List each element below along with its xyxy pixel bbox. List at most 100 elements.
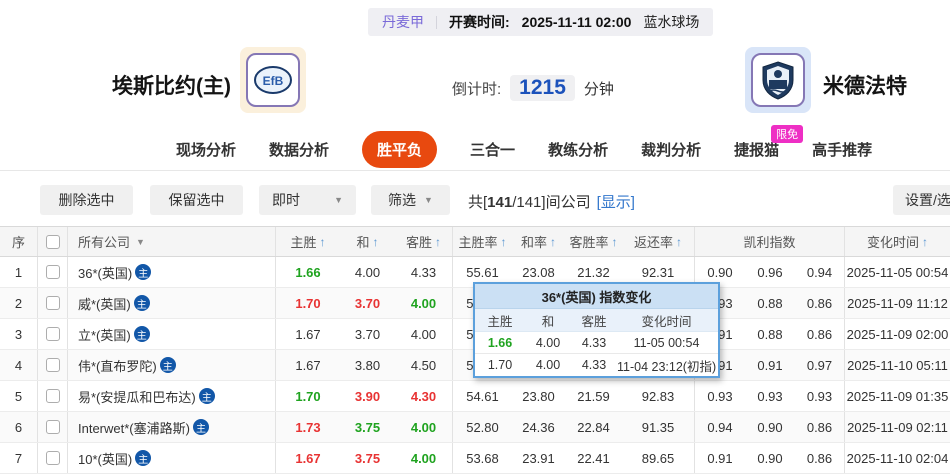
col-home-rate[interactable]: 主胜率 ↑ [453, 227, 512, 256]
rate-return: 91.35 [622, 412, 695, 442]
col-draw-rate[interactable]: 和率 ↑ [512, 227, 565, 256]
company-cell[interactable]: 威*(英国) 主 [68, 288, 276, 318]
rate-away: 22.41 [577, 450, 610, 466]
rate-draw: 24.36 [522, 419, 555, 435]
keep-selected-button[interactable]: 保留选中 [150, 185, 243, 215]
tab-现场分析[interactable]: 现场分析 [176, 139, 236, 160]
odds-draw[interactable]: 3.90 [340, 381, 395, 411]
tab-教练分析[interactable]: 教练分析 [548, 139, 608, 160]
odds-draw[interactable]: 3.75 [340, 412, 395, 442]
kelly-3: 0.86 [795, 443, 845, 473]
odds-away[interactable]: 4.00 [395, 319, 453, 349]
league-name[interactable]: 丹麦甲 [382, 12, 424, 32]
col-away-odds[interactable]: 客胜 ↑ [395, 227, 453, 256]
svg-text:EfB: EfB [263, 74, 284, 88]
kickoff-time: 2025-11-11 02:00 [521, 14, 632, 30]
rate-draw: 23.80 [522, 388, 555, 404]
col-away-rate[interactable]: 客胜率 ↑ [565, 227, 622, 256]
select-all-checkbox[interactable] [45, 234, 60, 249]
change-time: 2025-11-09 02:11 [847, 419, 948, 435]
settings-button[interactable]: 设置/选择 [893, 185, 950, 215]
odds-draw[interactable]: 3.70 [340, 288, 395, 318]
delete-selected-button[interactable]: 删除选中 [40, 185, 133, 215]
company-cell[interactable]: 伟*(直布罗陀) 主 [68, 350, 276, 380]
company-cell[interactable]: 立*(英国) 主 [68, 319, 276, 349]
kickoff-label: 开赛时间: [449, 14, 510, 30]
odds-home[interactable]: 1.67 [276, 319, 340, 349]
col-away-rate-label: 客胜率 [569, 235, 609, 250]
kelly-2: 0.88 [757, 326, 783, 342]
countdown-value: 1215 [510, 75, 575, 101]
company-cell[interactable]: Interwet*(塞浦路斯) 主 [68, 412, 276, 442]
col-draw-odds[interactable]: 和 ↑ [340, 227, 395, 256]
odds-away[interactable]: 4.30 [395, 381, 453, 411]
odds-home[interactable]: 1.66 [276, 257, 340, 287]
row-check-cell [38, 412, 68, 442]
company-cell[interactable]: 10*(英国) 主 [68, 443, 276, 473]
row-checkbox[interactable] [45, 389, 60, 403]
filter-dropdown-label: 筛选 [388, 192, 417, 208]
odds-home[interactable]: 1.70 [276, 381, 340, 411]
tab-数据分析[interactable]: 数据分析 [269, 139, 329, 160]
company-name: 威*(英国) [78, 296, 131, 312]
row-checkbox[interactable] [45, 358, 60, 372]
company-name: 易*(安提瓜和巴布达) [78, 389, 196, 405]
odds-change-popup: 36*(英国) 指数变化 主胜 和 客胜 变化时间 1.66 4.00 4.33… [473, 282, 720, 378]
company-badge-icon: 主 [192, 419, 209, 435]
odds-away[interactable]: 4.00 [395, 443, 453, 473]
row-check-cell [38, 288, 68, 318]
filter-dropdown[interactable]: 筛选 ▼ [371, 185, 450, 215]
row-checkbox[interactable] [45, 327, 60, 341]
instant-dropdown[interactable]: 即时 ▼ [259, 185, 356, 215]
odds-away[interactable]: 4.00 [395, 288, 453, 318]
tab-胜平负[interactable]: 胜平负 [362, 130, 438, 168]
company-cell[interactable]: 36*(英国) 主 [68, 257, 276, 287]
odds-home[interactable]: 1.67 [276, 350, 340, 380]
row-checkbox[interactable] [45, 265, 60, 279]
company-badge-icon: 主 [135, 264, 152, 280]
count-selected: 141 [487, 194, 513, 211]
change-time: 2025-11-09 02:00 [846, 326, 949, 342]
row-checkbox[interactable] [45, 296, 60, 310]
chevron-down-icon: ▼ [424, 195, 433, 205]
row-checkbox[interactable] [45, 451, 60, 465]
company-cell[interactable]: 易*(安提瓜和巴布达) 主 [68, 381, 276, 411]
odds-away[interactable]: 4.00 [395, 412, 453, 442]
odds-draw[interactable]: 3.70 [340, 319, 395, 349]
col-return-rate[interactable]: 返还率 ↑ [622, 227, 695, 256]
change-time: 2025-11-09 01:35 [846, 388, 949, 404]
odds-away[interactable]: 4.50 [395, 350, 453, 380]
company-count: 共[141/141]间公司 [显示] [468, 191, 635, 212]
show-link[interactable]: [显示] [597, 194, 635, 211]
col-checkbox [38, 227, 68, 256]
col-company[interactable]: 所有公司 ▼ [68, 227, 276, 256]
odds-draw[interactable]: 4.00 [340, 257, 395, 287]
company-name: 伟*(直布罗陀) [78, 358, 157, 374]
company-filter-caret-icon: ▼ [136, 236, 145, 247]
kelly-2: 0.90 [757, 419, 783, 435]
odds-draw[interactable]: 3.75 [340, 443, 395, 473]
odds-home[interactable]: 1.67 [276, 443, 340, 473]
tab-捷报猫[interactable]: 捷报猫 限免 [734, 124, 804, 160]
company-name: 36*(英国) [78, 265, 133, 281]
col-home-odds[interactable]: 主胜 ↑ [276, 227, 340, 256]
row-seq: 2 [0, 288, 38, 318]
popup-change-time: 11-05 00:54 [633, 335, 700, 350]
change-time: 2025-11-05 00:54 [846, 264, 949, 280]
tab-高手推荐[interactable]: 高手推荐 [812, 139, 872, 160]
row-seq: 5 [0, 381, 38, 411]
col-draw-label: 和 [356, 235, 370, 250]
row-checkbox[interactable] [45, 420, 60, 434]
sort-asc-icon: ↑ [500, 234, 507, 249]
tab-裁判分析[interactable]: 裁判分析 [641, 139, 701, 160]
odds-home[interactable]: 1.70 [276, 288, 340, 318]
col-change-time[interactable]: 变化时间 ↑ [845, 227, 950, 256]
popup-change-time: 11-04 23:12(初指) [617, 359, 717, 374]
company-badge-icon: 主 [133, 326, 150, 342]
col-change-time-label: 变化时间 [866, 235, 919, 250]
tab-三合一[interactable]: 三合一 [470, 139, 515, 160]
odds-home[interactable]: 1.73 [276, 412, 340, 442]
kelly-2: 0.96 [757, 264, 783, 280]
odds-away[interactable]: 4.33 [395, 257, 453, 287]
odds-draw[interactable]: 3.80 [340, 350, 395, 380]
